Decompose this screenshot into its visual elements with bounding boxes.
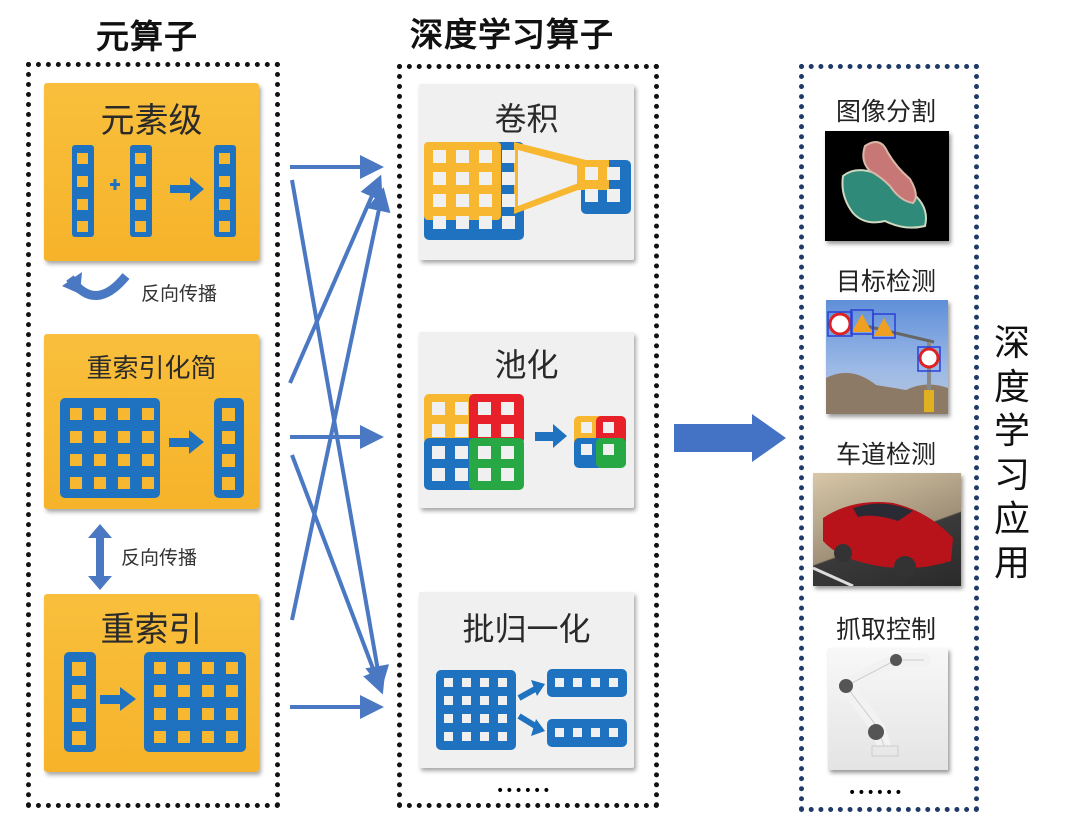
grid-cell [479, 150, 492, 163]
grid-cell [444, 696, 453, 705]
card-pooling: 池化 [419, 332, 634, 508]
grid-cell [479, 194, 492, 207]
card-convolution: 卷积 [419, 84, 634, 260]
segmentation-image [825, 131, 949, 241]
grid-cell [498, 714, 507, 723]
grid-cell [573, 678, 582, 687]
convolution-icon [424, 142, 631, 240]
traffic-sign-detection-image [826, 300, 948, 414]
grid-cell [581, 422, 592, 433]
grid-cell [603, 422, 614, 433]
grid-cell [462, 678, 471, 687]
grid-cell [444, 714, 453, 723]
grid-cell [478, 402, 491, 415]
grid-cell [591, 678, 600, 687]
grid-cell [573, 728, 582, 737]
grid-cell [501, 424, 514, 437]
grid-cell [502, 216, 515, 229]
grid-cell [591, 728, 600, 737]
grid-cell [501, 468, 514, 481]
grid-cell [480, 714, 489, 723]
grid-cell [432, 424, 445, 437]
grid-cell [501, 402, 514, 415]
grid-cell [462, 732, 471, 741]
grid-cell [585, 167, 598, 180]
applications-title-text: 深度学习应用 [993, 323, 1030, 584]
grid-cell [432, 446, 445, 459]
grid-cell [478, 446, 491, 459]
grid-cell [478, 468, 491, 481]
grid-cell [502, 172, 515, 185]
grid-cell [456, 150, 469, 163]
grid-cell [480, 732, 489, 741]
grid-cell [498, 678, 507, 687]
grid-cell [607, 189, 620, 202]
grid-cell [462, 714, 471, 723]
red-car-on-road-image [813, 473, 961, 586]
card-batch-norm: 批归一化 [419, 592, 634, 768]
big-right-arrow-icon [674, 414, 786, 462]
grid-cell [607, 167, 620, 180]
grid-cell [609, 678, 618, 687]
grid-cell [502, 150, 515, 163]
grid-cell [433, 150, 446, 163]
grid-cell [462, 696, 471, 705]
grid-cell [432, 402, 445, 415]
grid-cell [433, 172, 446, 185]
batch-norm-icon [436, 669, 627, 750]
grid-cell [455, 402, 468, 415]
grid-cell [480, 696, 489, 705]
grid-cell [498, 696, 507, 705]
grid-cell [603, 444, 614, 455]
app-label-object-detection: 目标检测 [835, 267, 936, 296]
grid-cell [555, 728, 564, 737]
grid-cell [455, 468, 468, 481]
grid-cell [456, 172, 469, 185]
arrow-elementwise-to-bn [290, 179, 390, 690]
arrow-reindexreduce-to-bn [290, 454, 386, 695]
grid-cell [455, 446, 468, 459]
app-label-grasp-control: 抓取控制 [835, 615, 936, 644]
grid-cell [498, 732, 507, 741]
grid-cell [478, 424, 491, 437]
grid-cell [456, 216, 469, 229]
grid-cell [502, 194, 515, 207]
grid-cell [433, 194, 446, 207]
grid-cell [480, 678, 489, 687]
grid-cell [609, 728, 618, 737]
grid-cell [456, 194, 469, 207]
grid-cell [479, 216, 492, 229]
grid-cell [455, 424, 468, 437]
robot-arm-image [828, 648, 948, 770]
grid-cell [479, 172, 492, 185]
grid-cell [444, 678, 453, 687]
grid-cell [501, 446, 514, 459]
dl-ops-title: 深度学习算子 [410, 15, 614, 54]
grid-cell [585, 189, 598, 202]
applications-title: 深度学习应用 [990, 322, 1034, 586]
app-label-segmentation: 图像分割 [835, 97, 936, 126]
grid-cell [555, 678, 564, 687]
dl-ops-more-indicator: •••••• [496, 783, 552, 799]
app-label-lane-detection: 车道检测 [835, 440, 936, 469]
grid-cell [444, 732, 453, 741]
grid-cell [433, 216, 446, 229]
grid-cell [581, 444, 592, 455]
pooling-icon [424, 394, 626, 490]
applications-more-indicator: •••••• [848, 785, 904, 801]
grid-cell [432, 468, 445, 481]
